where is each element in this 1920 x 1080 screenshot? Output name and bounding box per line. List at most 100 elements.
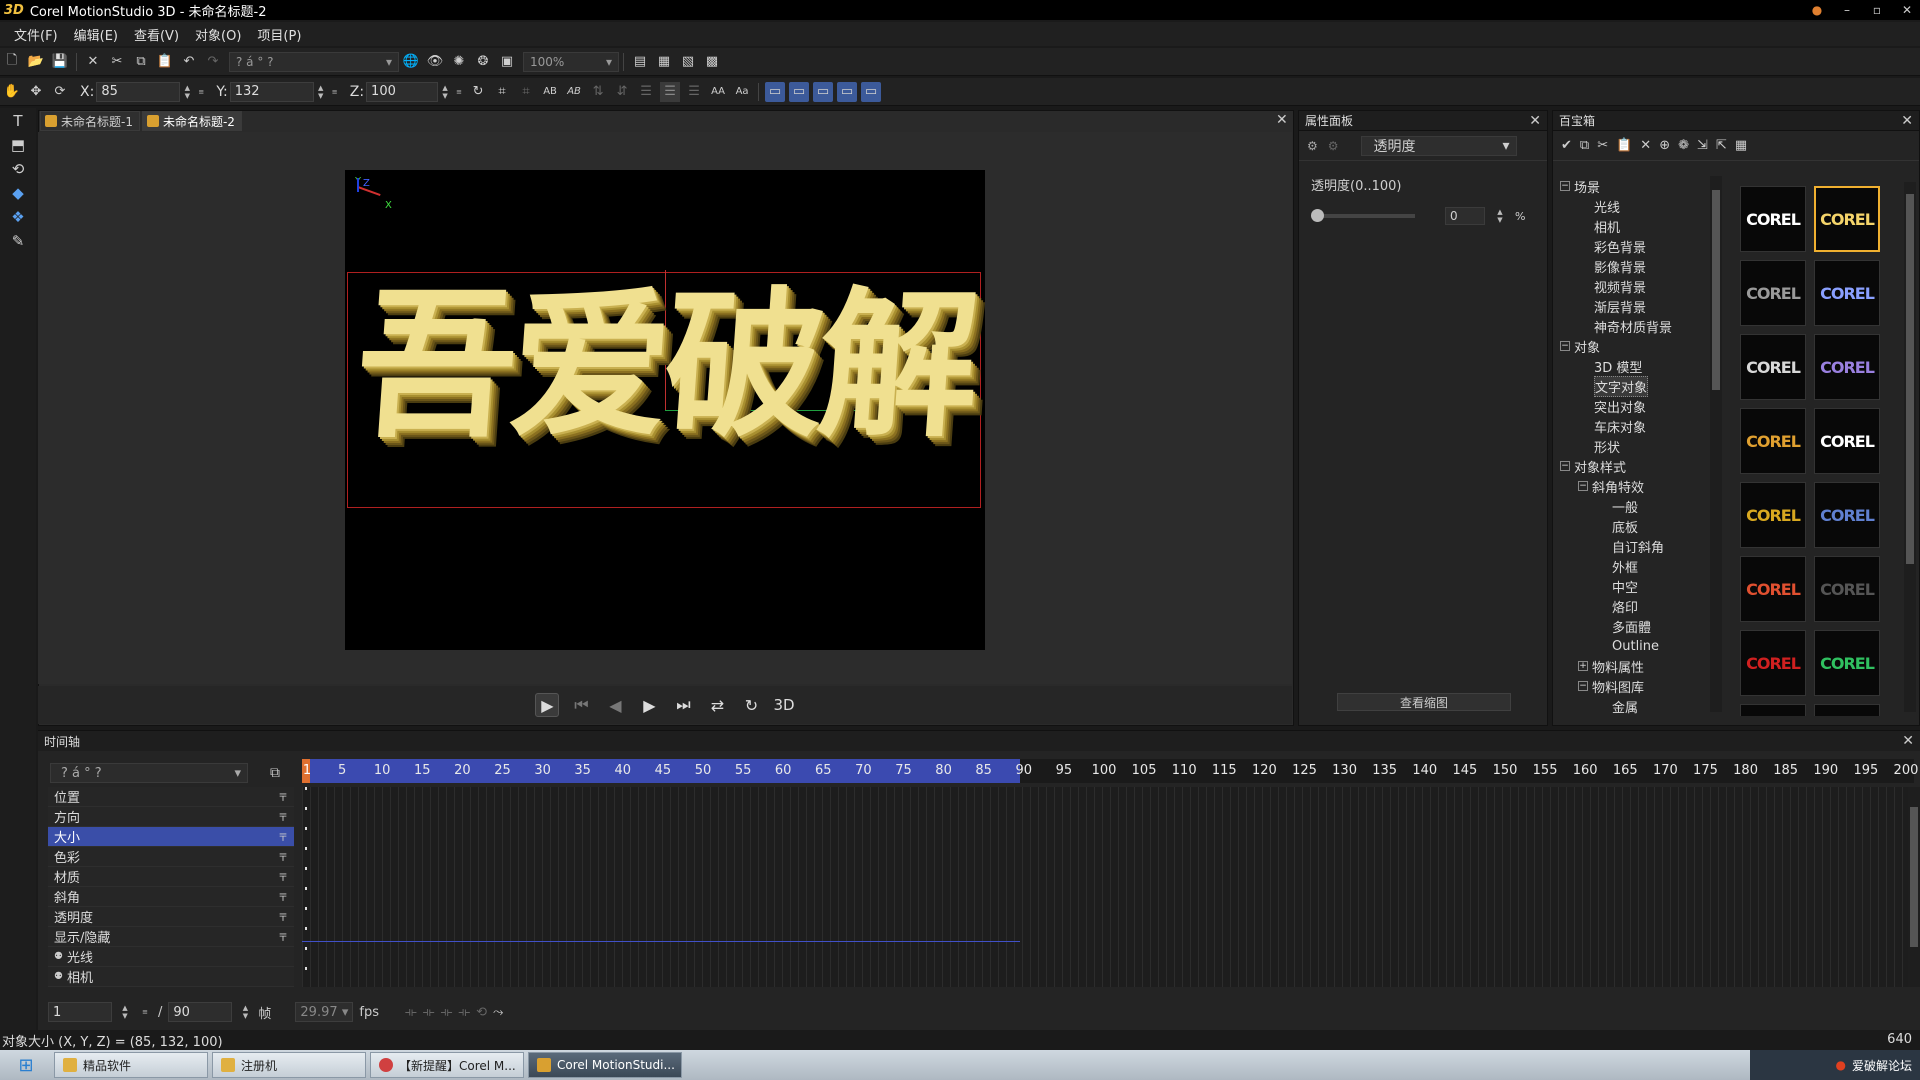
copy-icon[interactable]: ⧉ [131, 52, 151, 72]
eye-icon[interactable]: 👁 [425, 52, 445, 72]
move-tool-icon[interactable]: ✥ [26, 82, 46, 102]
crop-alt-icon[interactable]: ⌗ [516, 82, 536, 102]
timeline-track[interactable]: ⚉ 光线 [48, 947, 294, 967]
next-frame-icon[interactable]: ▶ [637, 693, 661, 717]
repeat-icon[interactable]: ↻ [739, 693, 763, 717]
tree-expander-icon[interactable]: − [1560, 181, 1570, 191]
view-top-icon[interactable]: ▭ [861, 81, 882, 102]
view-back-icon[interactable]: ▭ [789, 81, 810, 102]
app-orb-icon[interactable]: ● [1810, 3, 1824, 17]
globe-icon[interactable]: 🌐 [401, 52, 421, 72]
loop-icon[interactable]: ⇄ [705, 693, 729, 717]
grid-view-icon[interactable]: ▦ [654, 52, 674, 72]
undo-icon[interactable]: ↶ [179, 52, 199, 72]
last-frame-icon[interactable]: ⏭ [671, 693, 695, 717]
timeline-scrollbar[interactable] [1908, 787, 1920, 987]
style-thumbnail[interactable]: COREL [1740, 630, 1806, 696]
style-thumbnail[interactable] [1740, 704, 1806, 716]
copy-icon[interactable]: ⧉ [1580, 138, 1589, 153]
timeline-ruler[interactable]: 1 5 10 15 20 25 30 35 40 45 50 55 60 65 70 75 80 85 90 95 10… [302, 759, 1918, 783]
tree-item[interactable]: Outline [1560, 636, 1720, 656]
close-button[interactable]: ✕ [1900, 3, 1914, 17]
extrude-tool-icon[interactable]: ⬒ [4, 134, 32, 156]
text-ab-icon[interactable]: AB [540, 82, 560, 102]
scroll-thumb[interactable] [1910, 807, 1918, 947]
tree-item[interactable]: 烙印 [1560, 596, 1720, 616]
minimize-button[interactable]: – [1840, 3, 1854, 17]
add-key-icon[interactable]: ⟛ [405, 1005, 417, 1020]
track-pin-icon[interactable]: 〒 [278, 889, 288, 904]
tree-expander-icon[interactable]: − [1578, 681, 1588, 691]
timeline-track[interactable]: 透明度 〒 [48, 907, 294, 927]
track-pin-icon[interactable]: 〒 [278, 909, 288, 924]
style-thumbnail[interactable]: COREL [1740, 334, 1806, 400]
transparency-slider[interactable] [1311, 209, 1415, 222]
edit-tool-icon[interactable]: ✎ [4, 230, 32, 252]
tree-item[interactable]: 中空 [1560, 576, 1720, 596]
tab-document-1[interactable]: 未命名标题-1 [40, 111, 140, 131]
align-right-icon[interactable]: ☰ [684, 82, 704, 102]
transparency-value-field[interactable]: 0 [1445, 207, 1485, 225]
thumbnail-view-icon[interactable]: ▧ [678, 52, 698, 72]
apply-all-icon[interactable]: ⚙ [1307, 139, 1318, 153]
view-front-icon[interactable]: ▭ [765, 81, 786, 102]
timeline-view-icon[interactable]: ▩ [702, 52, 722, 72]
export-icon[interactable]: ⇱ [1716, 138, 1727, 153]
add-icon[interactable]: ⊕ [1659, 138, 1670, 153]
tree-item[interactable]: − 对象 [1560, 336, 1720, 356]
transparency-spin-icon[interactable]: ▲ ▼ [1493, 206, 1507, 226]
tree-item[interactable]: 神奇材质背景 [1560, 316, 1720, 336]
prev-frame-icon[interactable]: ◀ [603, 693, 627, 717]
remove-key-icon[interactable]: ⟛ [423, 1005, 435, 1020]
tree-item[interactable]: 金属 [1560, 696, 1720, 716]
hand-pan-icon[interactable]: ✋ [2, 82, 22, 102]
style-thumbnail[interactable]: COREL [1814, 408, 1880, 474]
z-spin-icon[interactable]: ▲ ▼ [438, 82, 452, 102]
grid-scrollbar[interactable] [1904, 182, 1916, 712]
first-frame-icon[interactable]: ⏮ [569, 693, 593, 717]
group-icon[interactable]: ❁ [1678, 138, 1689, 153]
timeline-track[interactable]: 大小 〒 [48, 827, 294, 847]
lathe-tool-icon[interactable]: ⟲ [4, 158, 32, 180]
reset-icon[interactable]: ↻ [468, 82, 488, 102]
apply-check-icon[interactable]: ✔ [1561, 138, 1572, 153]
menu-edit[interactable]: 编辑(E) [74, 25, 118, 44]
style-thumbnail[interactable]: COREL [1814, 334, 1880, 400]
reverse-key-icon[interactable]: ⟲ [476, 1005, 487, 1020]
text-spacing-icon[interactable]: ⇵ [612, 82, 632, 102]
zoom-combo[interactable]: 100% ▾ [523, 51, 619, 72]
paste-icon[interactable]: 📋 [1616, 138, 1632, 153]
render-icon[interactable]: ❂ [473, 52, 493, 72]
close-properties-icon[interactable]: ✕ [1529, 113, 1541, 129]
timeline-track[interactable]: 色彩 〒 [48, 847, 294, 867]
paste-key-icon[interactable]: ⟛ [458, 1005, 470, 1020]
stage-canvas[interactable]: Y Z X 吾爱破解 [345, 170, 985, 650]
timeline-track[interactable]: ⚉ 相机 [48, 967, 294, 987]
style-thumbnail[interactable]: COREL [1740, 186, 1806, 252]
layout-panel-icon[interactable]: ▤ [630, 52, 650, 72]
track-pin-icon[interactable]: 〒 [278, 929, 288, 944]
timeline-action-icon[interactable]: ⤳ [493, 1005, 503, 1020]
cut-icon[interactable]: ✂ [107, 52, 127, 72]
font-combo[interactable]: ? á ° ? ▾ [229, 51, 399, 72]
z-position-field[interactable]: 100 [366, 81, 439, 102]
tree-item[interactable]: − 斜角特效 [1560, 476, 1720, 496]
delete-icon[interactable]: ✕ [1640, 138, 1651, 153]
import-icon[interactable]: ⇲ [1697, 138, 1708, 153]
style-thumbnail[interactable]: COREL [1814, 482, 1880, 548]
redo-icon[interactable]: ↷ [203, 52, 223, 72]
particle-tool-icon[interactable]: ❖ [4, 206, 32, 228]
track-pin-icon[interactable]: 〒 [278, 849, 288, 864]
total-spin-icon[interactable]: ▲ ▼ [238, 1002, 252, 1022]
menu-file[interactable]: 文件(F) [14, 25, 58, 44]
frame-spin-icon[interactable]: ▲ ▼ [118, 1002, 132, 1022]
style-thumbnail[interactable]: COREL [1740, 482, 1806, 548]
rotate-tool-icon[interactable]: ⟳ [50, 82, 70, 102]
tree-item[interactable]: − 对象样式 [1560, 456, 1720, 476]
start-button-icon[interactable]: ⊞ [0, 1050, 52, 1080]
tree-item[interactable]: 光线 [1560, 196, 1720, 216]
tree-item[interactable]: 文字对象 [1560, 375, 1720, 397]
tree-item[interactable]: 相机 [1560, 216, 1720, 236]
fps-combo[interactable]: 29.97 ▾ [295, 1002, 354, 1022]
3d-text-object[interactable]: 吾爱破解 [345, 271, 985, 459]
